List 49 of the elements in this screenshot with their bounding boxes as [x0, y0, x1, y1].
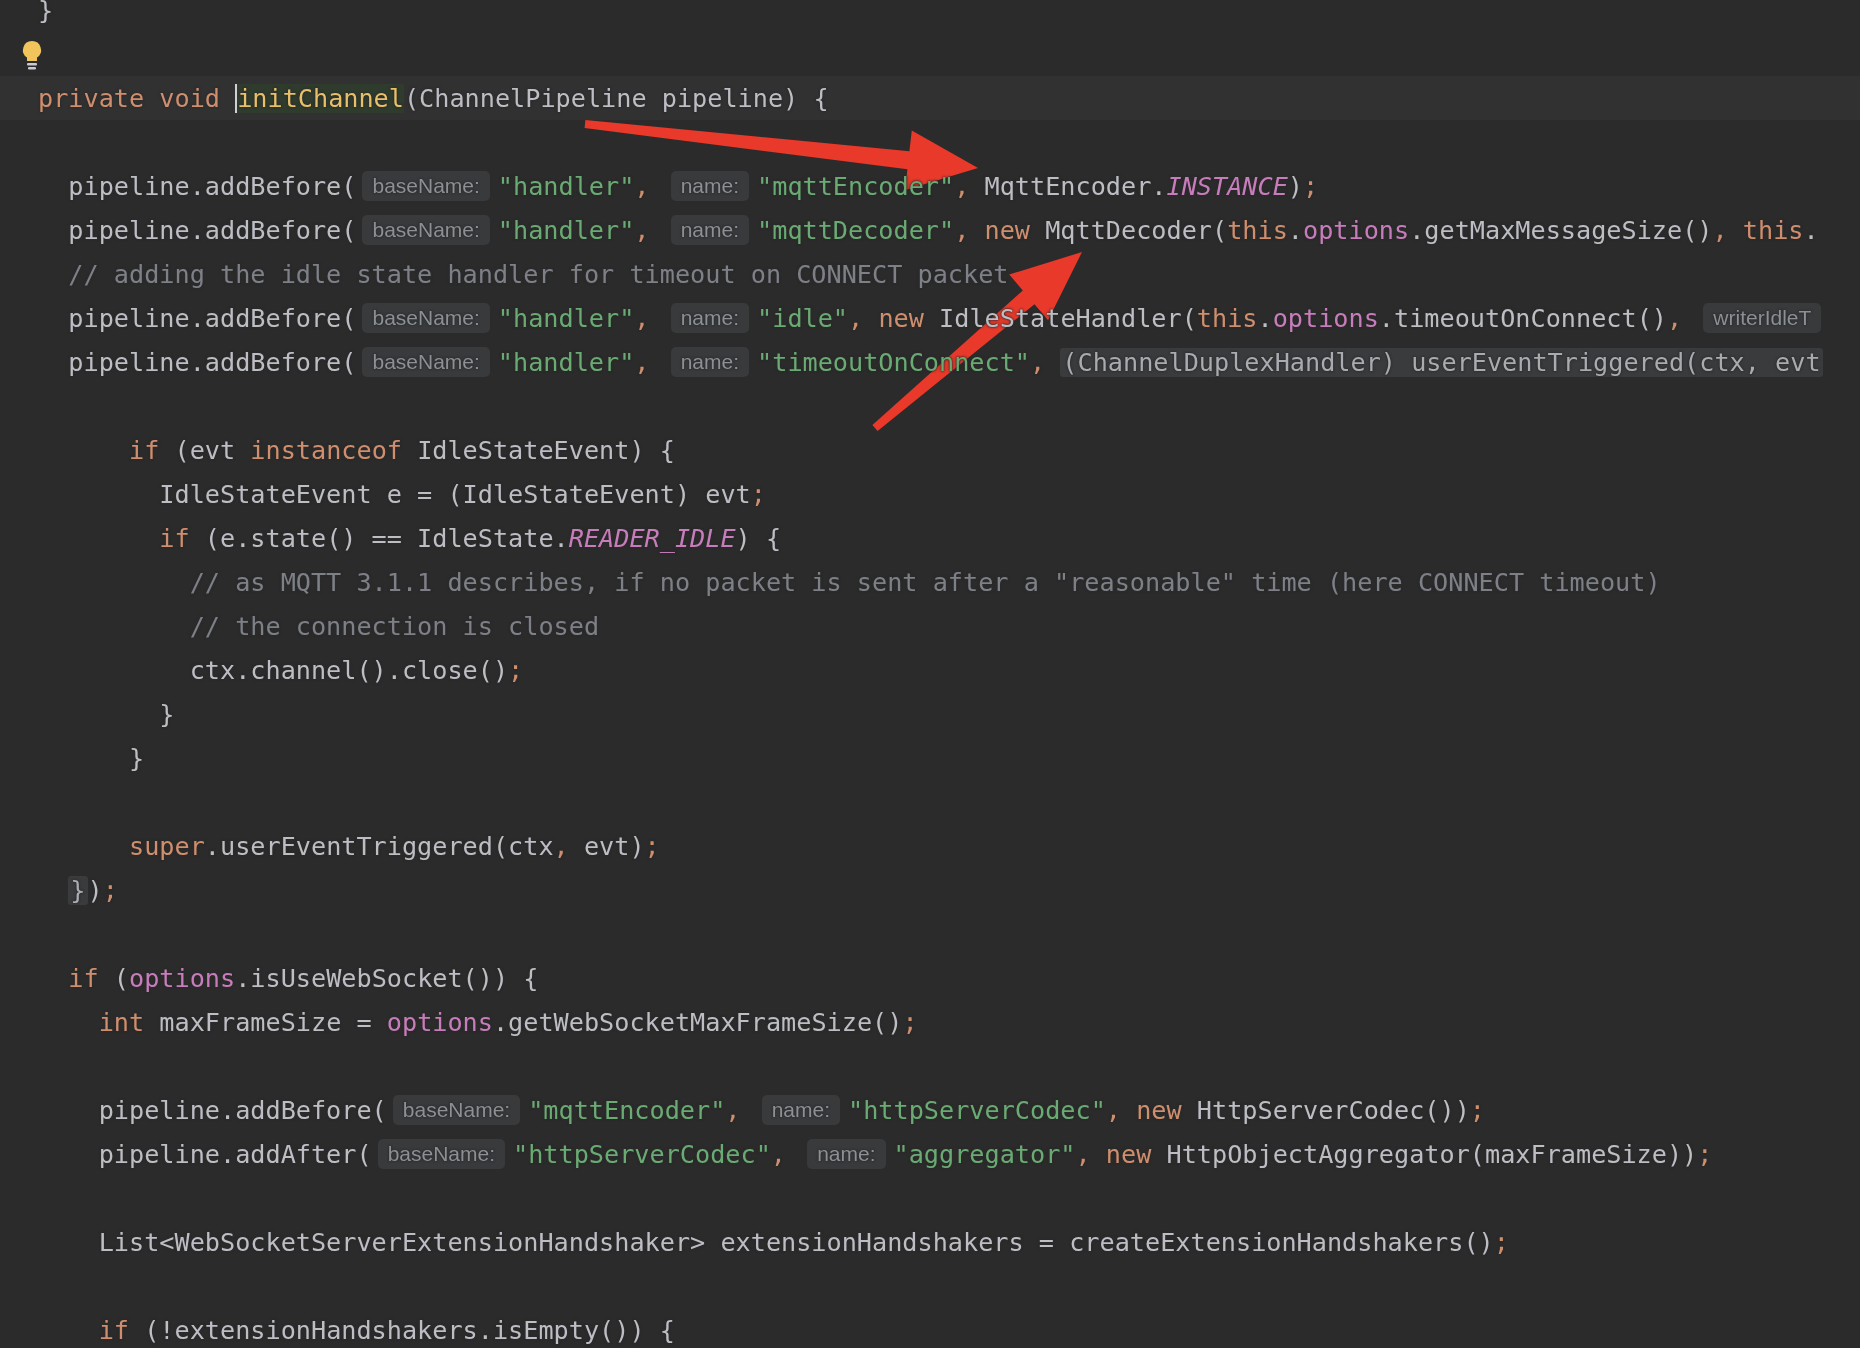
code-text: ); — [87, 875, 118, 905]
code-text: pipeline.addBefore( — [97, 1095, 387, 1125]
code-text: "aggregator", new HttpObjectAggregator(maxFrameSize)); — [893, 1139, 1713, 1169]
code-text: pipeline.addAfter( — [97, 1139, 372, 1169]
code-text: "mqttDecoder", new MqttDecoder(this.options.getMaxMessageSize(), this. — [757, 215, 1819, 245]
parameter-hint: name: — [807, 1139, 886, 1169]
parameter-hint: baseName: — [392, 1095, 521, 1125]
folded-code[interactable]: } — [68, 875, 88, 905]
code-text: "handler", — [497, 171, 651, 201]
code-text: // the connection is closed — [188, 611, 600, 641]
parameter-hint: baseName: — [362, 347, 490, 377]
parameter-hint: name: — [670, 215, 750, 245]
parameter-hint: name: — [670, 171, 750, 201]
code-text: "mqttEncoder", — [528, 1095, 742, 1125]
parameter-hint: name: — [670, 347, 750, 377]
code-text: private void initChannel(ChannelPipeline pipeline) { — [38, 83, 829, 113]
parameter-hint: baseName: — [362, 303, 490, 333]
code-text: } — [128, 743, 145, 773]
code-text: } — [158, 699, 175, 729]
code-text: "handler", — [497, 347, 651, 377]
code-text: "handler", — [497, 215, 651, 245]
parameter-hint: baseName: — [362, 215, 490, 245]
parameter-hint: writerIdleT — [1703, 303, 1822, 333]
code-text: pipeline.addBefore( — [67, 303, 357, 333]
code-text: pipeline.addBefore( — [67, 171, 357, 201]
code-text: "mqttEncoder", MqttEncoder.INSTANCE); — [757, 171, 1319, 201]
parameter-hint: name: — [670, 303, 750, 333]
code-text: "httpServerCodec", new HttpServerCodec()); — [848, 1095, 1485, 1125]
code-text: pipeline.addBefore( — [67, 347, 357, 377]
code-text: int maxFrameSize = options.getWebSocketMaxFrameSize(); — [97, 1007, 918, 1037]
code-text: // as MQTT 3.1.1 describes, if no packet is sent after a "reasonable" time (here CONNECT timeout) — [188, 567, 1661, 597]
code-text: pipeline.addBefore( — [67, 215, 357, 245]
lightbulb-icon[interactable] — [20, 40, 44, 70]
code-text: super.userEventTriggered(ctx, evt); — [128, 831, 660, 861]
code-text: // adding the idle state handler for timeout on CONNECT packet — [67, 259, 1009, 289]
parameter-hint: baseName: — [362, 171, 490, 201]
code-text: if (e.state() == IdleState.READER_IDLE) { — [158, 523, 782, 553]
code-text: ctx.channel().close(); — [188, 655, 524, 685]
parameter-hint: baseName: — [377, 1139, 505, 1169]
code-text: IdleStateEvent e = (IdleStateEvent) evt; — [158, 479, 766, 509]
code-text: "handler", — [497, 303, 651, 333]
parameter-hint: name: — [761, 1095, 841, 1125]
code-text: if (options.isUseWebSocket()) { — [67, 963, 539, 993]
code-text: if (!extensionHandshakers.isEmpty()) { — [97, 1315, 675, 1345]
code-text: List<WebSocketServerExtensionHandshaker> extensionHandshakers = createExtensionHandshakers(); — [97, 1227, 1509, 1257]
code-text: if (evt instanceof IdleStateEvent) { — [128, 435, 675, 465]
code-text: } — [38, 0, 54, 25]
folded-code[interactable]: (ChannelDuplexHandler) userEventTriggered(ctx, evt — [1060, 347, 1823, 377]
code-text: "httpServerCodec", — [513, 1139, 787, 1169]
